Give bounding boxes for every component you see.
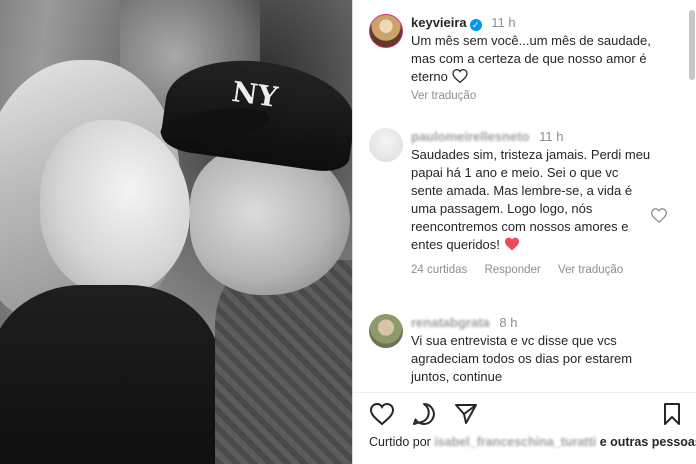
author-username[interactable]: keyvieira	[411, 15, 467, 30]
comment-username[interactable]: renatabgrata	[411, 315, 490, 330]
caption-text: Um mês sem você...um mês de saudade, mas…	[411, 33, 651, 84]
share-icon[interactable]	[453, 401, 479, 427]
comment-icon[interactable]	[411, 401, 437, 427]
post-photo[interactable]: NY	[0, 0, 352, 464]
comment-text: Vi sua entrevista e vc disse que vcs agr…	[411, 333, 633, 384]
comment-time: 11 h	[539, 129, 564, 144]
verified-icon: ✓	[469, 19, 482, 31]
avatar[interactable]	[369, 314, 403, 348]
comment-text: Saudades sim, tristeza jamais. Perdi meu…	[411, 147, 651, 252]
scrollbar-thumb[interactable]	[689, 10, 695, 80]
comment-username[interactable]: paulomeirellesneto	[411, 129, 529, 144]
comment-likes[interactable]: 24 curtidas	[411, 264, 467, 276]
comment-time: 8 h	[499, 315, 518, 330]
save-icon[interactable]	[659, 401, 685, 427]
liked-suffix[interactable]: e outras pessoas	[600, 435, 696, 449]
translate-link[interactable]: Ver tradução	[411, 90, 651, 102]
comments-panel: keyvieira ✓ 11 h Um mês sem você...um mês…	[352, 0, 696, 464]
action-bar: Curtido por isabel_franceschina_turatti …	[353, 392, 696, 464]
reply-button[interactable]: Responder	[484, 264, 540, 276]
avatar[interactable]	[369, 14, 403, 48]
scrollbar[interactable]	[689, 4, 695, 388]
caption-time: 11 h	[491, 15, 516, 30]
translate-link[interactable]: Ver tradução	[558, 264, 623, 276]
like-icon[interactable]	[369, 401, 395, 427]
liked-by-text: Curtido por isabel_franceschina_turatti …	[369, 435, 696, 449]
liked-user[interactable]: isabel_franceschina_turatti	[434, 435, 596, 449]
photo-woman-body	[0, 285, 220, 464]
cap-logo: NY	[229, 74, 280, 115]
avatar[interactable]	[369, 128, 403, 162]
comments-list: keyvieira ✓ 11 h Um mês sem você...um mês…	[353, 0, 696, 392]
liked-prefix: Curtido por	[369, 435, 431, 449]
like-comment-icon[interactable]	[650, 208, 668, 228]
heart-outline-icon	[451, 68, 468, 88]
red-heart-icon	[504, 237, 520, 256]
